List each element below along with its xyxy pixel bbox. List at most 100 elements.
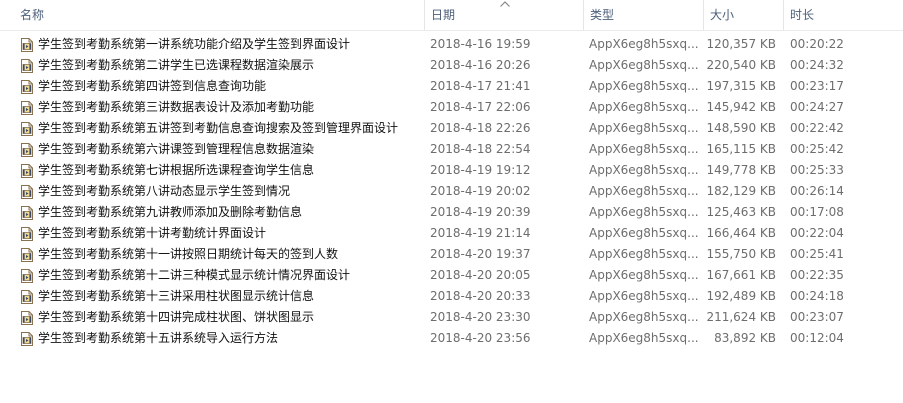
file-name: 学生签到考勤系统第十二讲三种模式显示统计情况界面设计: [38, 268, 351, 282]
file-size: 120,357 KB: [706, 37, 776, 51]
file-duration: 00:24:18: [790, 289, 844, 303]
file-row[interactable]: 学生签到考勤系统第八讲动态显示学生签到情况 2018-4-19 20:02 AppX…: [0, 181, 903, 202]
file-row[interactable]: 学生签到考勤系统第四讲签到信息查询功能 2018-4-17 21:41 AppX6e…: [0, 76, 903, 97]
file-row[interactable]: 学生签到考勤系统第十四讲完成柱状图、饼状图显示 2018-4-20 23:30 Ap…: [0, 307, 903, 328]
video-file-icon: [21, 122, 33, 136]
video-file-icon: [21, 311, 33, 325]
file-name: 学生签到考勤系统第六讲课签到管理程信息数据渲染: [38, 142, 315, 156]
file-duration: 00:25:33: [790, 163, 844, 177]
column-header-duration[interactable]: 时长: [783, 0, 903, 30]
video-file-icon: [21, 206, 33, 220]
file-row[interactable]: 学生签到考勤系统第十二讲三种模式显示统计情况界面设计 2018-4-20 20:0…: [0, 265, 903, 286]
file-name: 学生签到考勤系统第三讲数据表设计及添加考勤功能: [38, 100, 315, 114]
video-file-icon: [21, 143, 33, 157]
file-type: AppX6eg8h5sxq...: [589, 121, 699, 135]
video-file-icon: [21, 38, 33, 52]
file-name: 学生签到考勤系统第十讲考勤统计界面设计: [38, 226, 267, 240]
column-header-bar: 名称 日期 类型 大小 时长: [0, 0, 903, 31]
video-file-icon: [21, 290, 33, 304]
file-date: 2018-4-20 23:56: [430, 331, 531, 345]
file-row[interactable]: 学生签到考勤系统第五讲签到考勤信息查询搜索及签到管理界面设计 2018-4-18 …: [0, 118, 903, 139]
video-file-icon: [21, 185, 33, 199]
file-size: 220,540 KB: [706, 58, 776, 72]
file-name: 学生签到考勤系统第七讲根据所选课程查询学生信息: [38, 163, 315, 177]
file-type: AppX6eg8h5sxq...: [589, 184, 699, 198]
column-header-size[interactable]: 大小: [703, 0, 783, 30]
file-size: 167,661 KB: [706, 268, 776, 282]
file-date: 2018-4-16 20:26: [430, 58, 531, 72]
file-duration: 00:22:04: [790, 226, 844, 240]
file-type: AppX6eg8h5sxq...: [589, 289, 699, 303]
column-header-name[interactable]: 名称: [14, 0, 424, 30]
file-date: 2018-4-20 19:37: [430, 247, 531, 261]
video-file-icon: [21, 269, 33, 283]
file-type: AppX6eg8h5sxq...: [589, 100, 699, 114]
video-file-icon: [21, 227, 33, 241]
video-file-icon: [21, 164, 33, 178]
file-date: 2018-4-18 22:26: [430, 121, 531, 135]
file-type: AppX6eg8h5sxq...: [589, 163, 699, 177]
file-size: 165,115 KB: [706, 142, 776, 156]
file-type: AppX6eg8h5sxq...: [589, 310, 699, 324]
file-name: 学生签到考勤系统第十一讲按照日期统计每天的签到人数: [38, 247, 339, 261]
video-file-icon: [21, 80, 33, 94]
file-name: 学生签到考勤系统第十五讲系统导入运行方法: [38, 331, 279, 345]
file-date: 2018-4-20 23:30: [430, 310, 531, 324]
file-size: 83,892 KB: [714, 331, 776, 345]
file-name: 学生签到考勤系统第十三讲采用柱状图显示统计信息: [38, 289, 315, 303]
file-duration: 00:24:32: [790, 58, 844, 72]
file-duration: 00:22:35: [790, 268, 844, 282]
file-row[interactable]: 学生签到考勤系统第十三讲采用柱状图显示统计信息 2018-4-20 20:33 Ap…: [0, 286, 903, 307]
file-type: AppX6eg8h5sxq...: [589, 79, 699, 93]
video-file-icon: [21, 332, 33, 346]
file-name: 学生签到考勤系统第四讲签到信息查询功能: [38, 79, 267, 93]
file-row[interactable]: 学生签到考勤系统第七讲根据所选课程查询学生信息 2018-4-19 19:12 Ap…: [0, 160, 903, 181]
file-type: AppX6eg8h5sxq...: [589, 226, 699, 240]
file-name: 学生签到考勤系统第十四讲完成柱状图、饼状图显示: [38, 310, 315, 324]
file-name: 学生签到考勤系统第一讲系统功能介绍及学生签到界面设计: [38, 37, 351, 51]
file-row[interactable]: 学生签到考勤系统第一讲系统功能介绍及学生签到界面设计 2018-4-16 19:5…: [0, 34, 903, 55]
file-duration: 00:12:04: [790, 331, 844, 345]
file-size: 125,463 KB: [706, 205, 776, 219]
file-date: 2018-4-20 20:33: [430, 289, 531, 303]
file-type: AppX6eg8h5sxq...: [589, 142, 699, 156]
file-duration: 00:25:41: [790, 247, 844, 261]
file-duration: 00:23:07: [790, 310, 844, 324]
file-date: 2018-4-17 22:06: [430, 100, 531, 114]
file-row[interactable]: 学生签到考勤系统第十五讲系统导入运行方法 2018-4-20 23:56 AppX6…: [0, 328, 903, 349]
file-size: 182,129 KB: [706, 184, 776, 198]
file-row[interactable]: 学生签到考勤系统第三讲数据表设计及添加考勤功能 2018-4-17 22:06 Ap…: [0, 97, 903, 118]
file-date: 2018-4-19 21:14: [430, 226, 531, 240]
column-header-type[interactable]: 类型: [583, 0, 703, 30]
file-type: AppX6eg8h5sxq...: [589, 58, 699, 72]
video-file-icon: [21, 59, 33, 73]
file-duration: 00:22:42: [790, 121, 844, 135]
file-type: AppX6eg8h5sxq...: [589, 37, 699, 51]
file-date: 2018-4-16 19:59: [430, 37, 531, 51]
file-duration: 00:17:08: [790, 205, 844, 219]
file-date: 2018-4-19 20:39: [430, 205, 531, 219]
file-row[interactable]: 学生签到考勤系统第十一讲按照日期统计每天的签到人数 2018-4-20 19:37…: [0, 244, 903, 265]
file-type: AppX6eg8h5sxq...: [589, 268, 699, 282]
file-size: 166,464 KB: [706, 226, 776, 240]
file-row[interactable]: 学生签到考勤系统第六讲课签到管理程信息数据渲染 2018-4-18 22:54 Ap…: [0, 139, 903, 160]
file-row[interactable]: 学生签到考勤系统第九讲教师添加及删除考勤信息 2018-4-19 20:39 App…: [0, 202, 903, 223]
file-list: 学生签到考勤系统第一讲系统功能介绍及学生签到界面设计 2018-4-16 19:5…: [0, 34, 903, 349]
file-size: 211,624 KB: [706, 310, 776, 324]
file-row[interactable]: 学生签到考勤系统第十讲考勤统计界面设计 2018-4-19 21:14 AppX6e…: [0, 223, 903, 244]
file-size: 192,489 KB: [706, 289, 776, 303]
file-row[interactable]: 学生签到考勤系统第二讲学生已选课程数据渲染展示 2018-4-16 20:26 Ap…: [0, 55, 903, 76]
video-file-icon: [21, 101, 33, 115]
file-duration: 00:26:14: [790, 184, 844, 198]
sort-ascending-icon: [500, 1, 510, 7]
file-size: 197,315 KB: [706, 79, 776, 93]
file-date: 2018-4-19 19:12: [430, 163, 531, 177]
file-name: 学生签到考勤系统第八讲动态显示学生签到情况: [38, 184, 291, 198]
file-type: AppX6eg8h5sxq...: [589, 331, 699, 345]
file-size: 155,750 KB: [706, 247, 776, 261]
file-name: 学生签到考勤系统第九讲教师添加及删除考勤信息: [38, 205, 303, 219]
file-date: 2018-4-18 22:54: [430, 142, 531, 156]
file-date: 2018-4-17 21:41: [430, 79, 531, 93]
file-date: 2018-4-19 20:02: [430, 184, 531, 198]
file-size: 145,942 KB: [706, 100, 776, 114]
